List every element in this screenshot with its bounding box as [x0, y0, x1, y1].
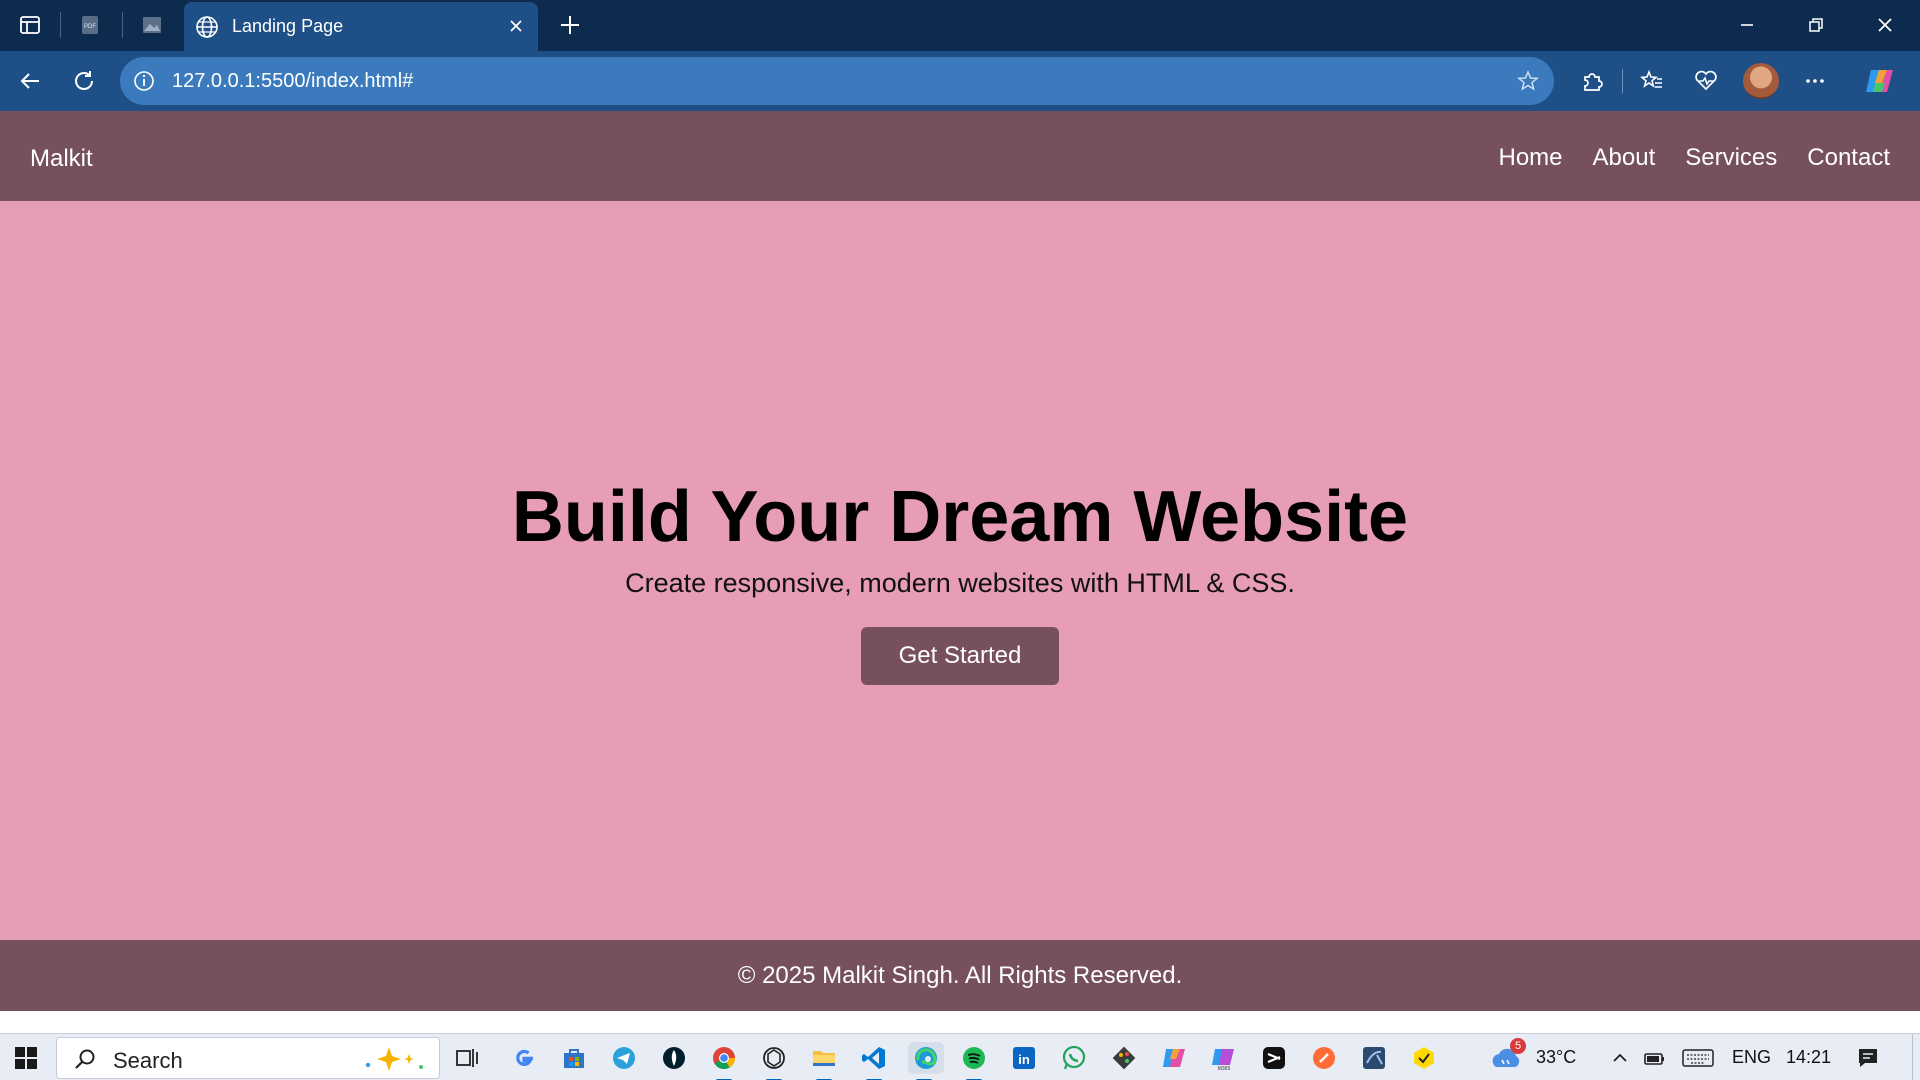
browser-titlebar: PDF Landing Page — [0, 0, 1920, 51]
tab-close-icon[interactable] — [504, 14, 528, 38]
close-window-icon[interactable] — [1856, 6, 1914, 44]
language-indicator[interactable]: ENG — [1732, 1047, 1771, 1068]
web-page: Malkit Home About Services Contact Build… — [0, 111, 1920, 1011]
site-info-icon[interactable] — [132, 69, 156, 93]
minimize-icon[interactable] — [1718, 6, 1776, 44]
edge-icon[interactable] — [908, 1042, 944, 1080]
weather-badge: 5 — [1510, 1038, 1526, 1054]
nav-link-contact[interactable]: Contact — [1807, 144, 1890, 172]
git-icon[interactable] — [1108, 1042, 1140, 1074]
image-icon — [143, 17, 161, 33]
address-text: 127.0.0.1:5500/index.html# — [172, 70, 414, 92]
telegram-icon[interactable] — [608, 1042, 640, 1074]
svg-text:PDF: PDF — [84, 24, 96, 30]
browser-essentials-icon[interactable] — [1686, 61, 1726, 101]
chrome-icon[interactable] — [708, 1042, 740, 1080]
whatsapp-icon[interactable] — [1058, 1042, 1090, 1074]
microsoft-store-icon[interactable] — [558, 1042, 590, 1074]
hero-section: Build Your Dream Website Create responsi… — [0, 201, 1920, 940]
site-nav-links: Home About Services Contact — [1499, 144, 1891, 172]
restore-icon[interactable] — [1787, 6, 1845, 44]
more-options-icon[interactable] — [1795, 61, 1835, 101]
back-icon[interactable] — [10, 61, 50, 101]
profile-avatar[interactable] — [1743, 63, 1779, 99]
tab-landing-page[interactable]: Landing Page — [184, 2, 538, 51]
microsoft-365-icon[interactable]: M365 — [1208, 1042, 1240, 1074]
mongodb-compass-icon[interactable] — [658, 1042, 690, 1074]
vscode-icon[interactable] — [858, 1042, 890, 1080]
norton-icon[interactable] — [1408, 1042, 1440, 1074]
taskbar-search[interactable]: Search — [56, 1037, 440, 1079]
clock-time[interactable]: 14:21 — [1786, 1047, 1831, 1068]
browser-toolbar: 127.0.0.1:5500/index.html# — [0, 51, 1920, 111]
copilot-taskbar-icon[interactable] — [1158, 1042, 1190, 1074]
page-bottom-gap — [0, 1011, 1920, 1033]
hero-subtitle: Create responsive, modern websites with … — [625, 568, 1295, 598]
pdf-icon: PDF — [82, 16, 98, 34]
chatgpt-icon[interactable] — [758, 1042, 790, 1080]
tab-separator — [60, 12, 61, 38]
svg-text:in: in — [1018, 1052, 1030, 1067]
new-tab-icon[interactable] — [546, 6, 594, 44]
spotify-icon[interactable] — [958, 1042, 990, 1080]
hero-title: Build Your Dream Website — [511, 477, 1409, 557]
tab-separator — [122, 12, 123, 38]
copilot-icon[interactable] — [1860, 61, 1900, 101]
mysql-workbench-icon[interactable] — [1358, 1042, 1390, 1074]
footer-copyright: © 2025 Malkit Singh. All Rights Reserved… — [737, 961, 1183, 989]
favorite-star-icon[interactable] — [1516, 69, 1540, 93]
nav-link-about[interactable]: About — [1593, 144, 1656, 172]
tab-title: Landing Page — [232, 16, 344, 36]
svg-text:M365: M365 — [1218, 1066, 1231, 1071]
start-windows-icon[interactable] — [10, 1042, 42, 1074]
site-logo[interactable]: Malkit — [30, 145, 93, 173]
keyboard-icon[interactable] — [1680, 1042, 1716, 1074]
show-desktop-divider[interactable] — [1912, 1034, 1913, 1080]
address-bar[interactable]: 127.0.0.1:5500/index.html# — [120, 57, 1554, 105]
get-started-button[interactable]: Get Started — [861, 627, 1059, 685]
toolbar-divider — [1622, 69, 1623, 93]
search-placeholder: Search — [113, 1048, 183, 1073]
nav-link-services[interactable]: Services — [1685, 144, 1777, 172]
search-highlight-icon — [365, 1047, 423, 1071]
taskbar: Search in M365 5 33°C ENG 14:21 — [0, 1033, 1920, 1080]
globe-icon — [196, 16, 218, 38]
extensions-icon[interactable] — [1572, 61, 1612, 101]
nav-link-home[interactable]: Home — [1499, 144, 1563, 172]
refresh-icon[interactable] — [64, 61, 104, 101]
battery-icon[interactable] — [1638, 1042, 1670, 1074]
capcut-icon[interactable] — [1258, 1042, 1290, 1074]
tray-chevron-icon[interactable] — [1604, 1042, 1636, 1074]
notifications-icon[interactable] — [1852, 1042, 1884, 1074]
file-explorer-icon[interactable] — [808, 1042, 840, 1080]
google-icon[interactable] — [508, 1042, 540, 1074]
weather-temp[interactable]: 33°C — [1536, 1047, 1576, 1068]
search-icon — [75, 1049, 95, 1069]
tab-image[interactable] — [128, 6, 176, 44]
weather-icon[interactable]: 5 — [1490, 1038, 1526, 1074]
task-view-icon[interactable] — [451, 1042, 483, 1074]
site-footer: © 2025 Malkit Singh. All Rights Reserved… — [0, 940, 1920, 1011]
linkedin-icon[interactable]: in — [1008, 1042, 1040, 1074]
sidebar-toggle-icon[interactable] — [6, 6, 54, 44]
tab-pdf[interactable]: PDF — [66, 6, 114, 44]
postman-icon[interactable] — [1308, 1042, 1340, 1074]
favorites-icon[interactable] — [1632, 61, 1672, 101]
site-navbar: Malkit Home About Services Contact — [0, 111, 1920, 201]
